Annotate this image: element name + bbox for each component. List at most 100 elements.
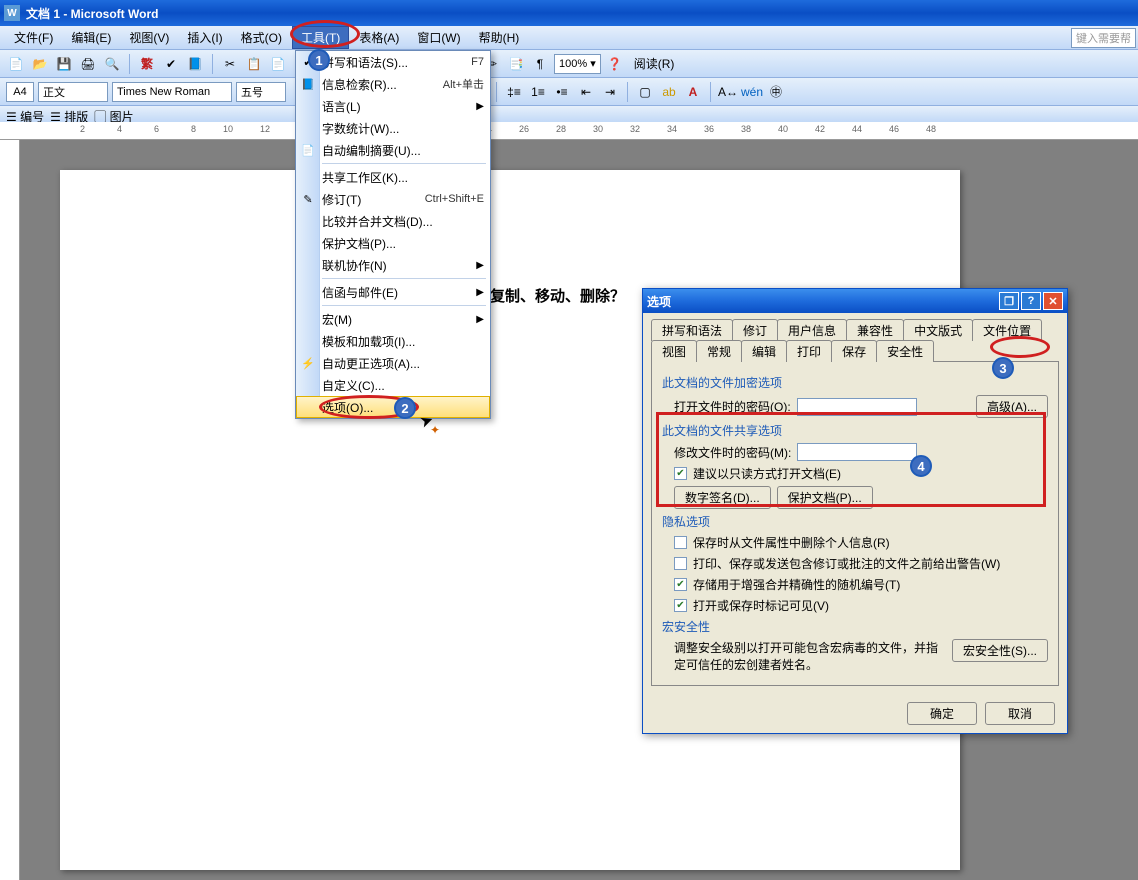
- menu-window[interactable]: 窗口(W): [409, 27, 468, 48]
- close-icon[interactable]: ✕: [1043, 292, 1063, 310]
- tab-track[interactable]: 修订: [732, 319, 778, 341]
- help-search-box[interactable]: 键入需要帮: [1071, 28, 1136, 48]
- ok-button[interactable]: 确定: [907, 702, 977, 725]
- priv2-checkbox[interactable]: [674, 557, 687, 570]
- dd-wordcount[interactable]: 字数统计(W)...: [296, 117, 490, 139]
- numbered-list-icon[interactable]: 1≡: [528, 82, 548, 102]
- menu-bar: 文件(F) 编辑(E) 视图(V) 插入(I) 格式(O) 工具(T) 表格(A…: [0, 26, 1138, 50]
- font-combo[interactable]: Times New Roman: [112, 82, 232, 102]
- readonly-label: 建议以只读方式打开文档(E): [693, 465, 841, 482]
- tab-user[interactable]: 用户信息: [777, 319, 847, 341]
- menu-format[interactable]: 格式(O): [233, 27, 290, 48]
- readonly-checkbox[interactable]: ✔: [674, 467, 687, 480]
- priv1-checkbox[interactable]: [674, 536, 687, 549]
- priv4-checkbox[interactable]: ✔: [674, 599, 687, 612]
- digsig-button[interactable]: 数字签名(D)...: [674, 486, 771, 509]
- new-doc-icon[interactable]: 📄: [6, 54, 26, 74]
- bullet-list-icon[interactable]: •≡: [552, 82, 572, 102]
- menu-edit[interactable]: 编辑(E): [63, 27, 119, 48]
- char-scale-icon[interactable]: A↔: [718, 82, 738, 102]
- macrosec-button[interactable]: 宏安全性(S)...: [952, 639, 1048, 662]
- print-icon[interactable]: 🖨: [78, 54, 98, 74]
- menu-help[interactable]: 帮助(H): [471, 27, 528, 48]
- zoom-combo[interactable]: 100% ▾: [554, 54, 601, 74]
- fan-icon[interactable]: 繁: [137, 54, 157, 74]
- research-icon[interactable]: 📘: [185, 54, 205, 74]
- dd-autosummarize[interactable]: 📄自动编制摘要(U)...: [296, 139, 490, 161]
- tab-fileloc[interactable]: 文件位置: [972, 319, 1042, 341]
- standard-toolbar: 📄 📂 💾 🖨 🔍 繁 ✔ 📘 ✂ 📋 📄 🖌 ↶ ↷ 🔗 ▦ 📊 ▥ ✏ 📑 …: [0, 50, 1138, 78]
- line-spacing-icon[interactable]: ‡≡: [504, 82, 524, 102]
- show-marks-icon[interactable]: ¶: [530, 54, 550, 74]
- paste-icon[interactable]: 📄: [268, 54, 288, 74]
- dd-templates[interactable]: 模板和加载项(I)...: [296, 330, 490, 352]
- restore-icon[interactable]: ❐: [999, 292, 1019, 310]
- font-color-icon[interactable]: A: [683, 82, 703, 102]
- priv4-label: 打开或保存时标记可见(V): [693, 597, 829, 614]
- protectdoc-button[interactable]: 保护文档(P)...: [777, 486, 873, 509]
- tab-print[interactable]: 打印: [786, 340, 832, 362]
- help-icon[interactable]: ❓: [605, 54, 625, 74]
- priv1-label: 保存时从文件属性中删除个人信息(R): [693, 534, 890, 551]
- read-button[interactable]: 阅读(R): [629, 54, 680, 74]
- cancel-button[interactable]: 取消: [985, 702, 1055, 725]
- modifypw-input[interactable]: [797, 443, 917, 461]
- dd-trackchanges[interactable]: ✎修订(T)Ctrl+Shift+E: [296, 188, 490, 210]
- dd-letters[interactable]: 信函与邮件(E)▶: [296, 281, 490, 303]
- preview-icon[interactable]: 🔍: [102, 54, 122, 74]
- app-icon: W: [4, 5, 20, 21]
- enclose-icon[interactable]: ㊥: [766, 82, 786, 102]
- priv2-label: 打印、保存或发送包含修订或批注的文件之前给出警告(W): [693, 555, 1000, 572]
- dd-protect[interactable]: 保护文档(P)...: [296, 232, 490, 254]
- advanced-button[interactable]: 高级(A)...: [976, 395, 1048, 418]
- highlight-icon[interactable]: ab: [659, 82, 679, 102]
- modifypw-label: 修改文件时的密码(M):: [674, 444, 791, 461]
- numbering-btn[interactable]: ☰ 编号: [6, 108, 44, 120]
- openpw-input[interactable]: [797, 398, 917, 416]
- tab-security[interactable]: 安全性: [876, 340, 934, 362]
- picture-btn[interactable]: ▢ 图片: [94, 108, 133, 120]
- open-icon[interactable]: 📂: [30, 54, 50, 74]
- style-combo[interactable]: 正文: [38, 82, 108, 102]
- style-indicator[interactable]: A4: [6, 82, 34, 102]
- tab-view[interactable]: 视图: [651, 340, 697, 362]
- border-icon[interactable]: ▢: [635, 82, 655, 102]
- priv3-label: 存储用于增强合并精确性的随机编号(T): [693, 576, 900, 593]
- menu-insert[interactable]: 插入(I): [179, 27, 230, 48]
- tab-cjk[interactable]: 中文版式: [903, 319, 973, 341]
- tab-spell[interactable]: 拼写和语法: [651, 319, 733, 341]
- copy-icon[interactable]: 📋: [244, 54, 264, 74]
- menu-file[interactable]: 文件(F): [6, 27, 61, 48]
- help-icon[interactable]: ?: [1021, 292, 1041, 310]
- save-icon[interactable]: 💾: [54, 54, 74, 74]
- docmap-icon[interactable]: 📑: [506, 54, 526, 74]
- menu-view[interactable]: 视图(V): [121, 27, 177, 48]
- layout-btn[interactable]: ☰ 排版: [50, 108, 88, 120]
- ruby-icon[interactable]: wén: [742, 82, 762, 102]
- dd-autocorrect[interactable]: ⚡自动更正选项(A)...: [296, 352, 490, 374]
- tab-compat[interactable]: 兼容性: [846, 319, 904, 341]
- dd-language[interactable]: 语言(L)▶: [296, 95, 490, 117]
- dd-research[interactable]: 📘信息检索(R)...Alt+单击: [296, 73, 490, 95]
- dd-compare[interactable]: 比较并合并文档(D)...: [296, 210, 490, 232]
- tab-save[interactable]: 保存: [831, 340, 877, 362]
- menu-table[interactable]: 表格(A): [351, 27, 407, 48]
- menu-tools[interactable]: 工具(T): [292, 26, 349, 49]
- dd-collab[interactable]: 联机协作(N)▶: [296, 254, 490, 276]
- tab-edit[interactable]: 编辑: [741, 340, 787, 362]
- dd-customize[interactable]: 自定义(C)...: [296, 374, 490, 396]
- fontsize-combo[interactable]: 五号: [236, 82, 286, 102]
- aux-toolbar: ☰ 编号 ☰ 排版 ▢ 图片: [0, 106, 1138, 122]
- indent-icon[interactable]: ⇥: [600, 82, 620, 102]
- dd-sharedws[interactable]: 共享工作区(K)...: [296, 166, 490, 188]
- spell-icon[interactable]: ✔: [161, 54, 181, 74]
- group-privacy: 隐私选项: [662, 513, 1048, 530]
- callout-badge-3: 3: [992, 357, 1014, 379]
- callout-badge-2: 2: [394, 397, 416, 419]
- cut-icon[interactable]: ✂: [220, 54, 240, 74]
- dd-macro[interactable]: 宏(M)▶: [296, 308, 490, 330]
- dd-options[interactable]: 选项(O)...: [296, 396, 490, 418]
- priv3-checkbox[interactable]: ✔: [674, 578, 687, 591]
- outdent-icon[interactable]: ⇤: [576, 82, 596, 102]
- tab-general[interactable]: 常规: [696, 340, 742, 362]
